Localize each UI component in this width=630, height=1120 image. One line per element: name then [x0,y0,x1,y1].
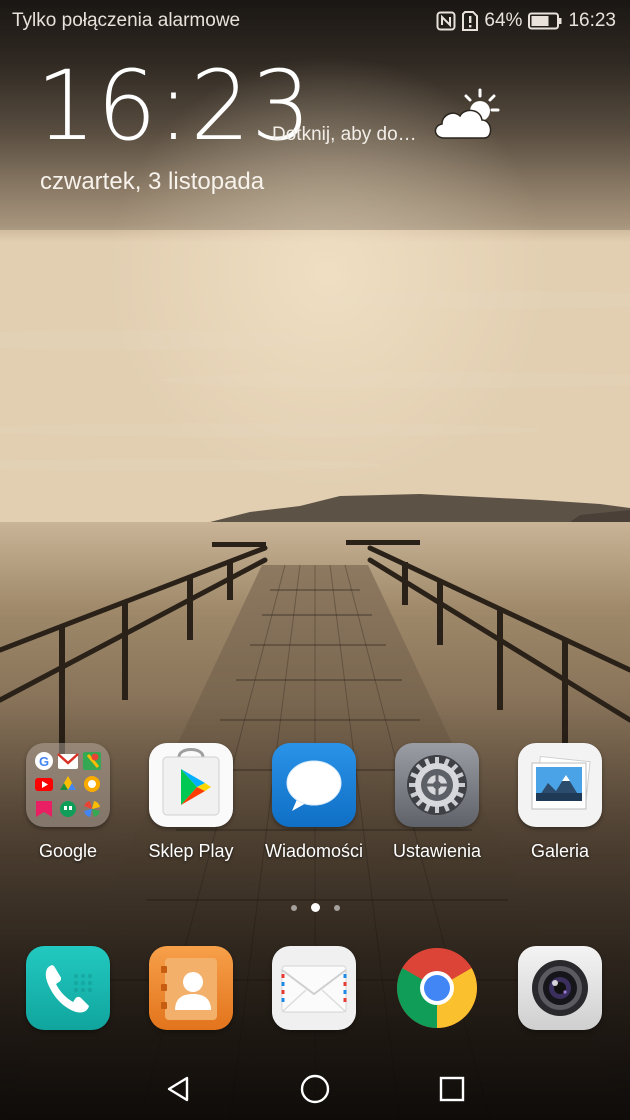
clock-widget-time[interactable]: 16:23 [36,58,312,154]
navigation-bar [0,1058,630,1120]
nfc-icon [436,11,456,31]
app-google-folder[interactable]: G Google [13,743,123,862]
carrier-text: Tylko połączenia alarmowe [12,10,241,31]
app-play-store[interactable]: Sklep Play [136,743,246,862]
google-folder-icon: G [26,743,110,827]
clock-widget-date[interactable]: czwartek, 3 listopada [40,168,264,196]
home-icon[interactable] [295,1069,335,1109]
play-store-icon [149,743,233,827]
battery-percent: 64% [484,10,523,31]
back-icon[interactable] [158,1069,198,1109]
app-label: Google [38,841,98,861]
camera-icon [518,946,602,1030]
sim-alert-icon [462,11,479,31]
app-label: Galeria [530,841,590,861]
status-bar: Tylko połączenia alarmowe 64% 16:23 [0,0,630,42]
dock-phone[interactable] [13,946,123,1030]
app-label: Sklep Play [148,841,234,861]
page-dot-active[interactable] [310,903,320,912]
battery-icon [528,12,562,30]
app-label: Ustawienia [392,841,482,861]
page-dot[interactable] [290,904,297,911]
page-dot[interactable] [333,904,340,911]
partly-cloudy-icon[interactable] [430,86,502,144]
app-messages[interactable]: Wiadomości [259,743,369,862]
phone-icon [26,946,110,1030]
settings-icon [395,743,479,827]
app-label: Wiadomości [264,841,364,861]
status-icons: 64% 16:23 [436,10,616,32]
chrome-icon [395,946,479,1030]
email-icon [272,946,356,1030]
weather-hint[interactable]: Dotknij, aby do… [272,124,417,146]
dock-contacts[interactable] [136,946,246,1030]
dock-camera[interactable] [505,946,615,1030]
dock-email[interactable] [259,946,369,1030]
app-gallery[interactable]: Galeria [505,743,615,862]
svg-text:G: G [39,754,49,769]
app-settings[interactable]: Ustawienia [382,743,492,862]
dock-chrome[interactable] [382,946,492,1030]
status-time: 16:23 [568,10,616,31]
messages-icon [272,743,356,827]
page-indicator [0,903,630,912]
gallery-icon [518,743,602,827]
contacts-icon [149,946,233,1030]
recents-icon[interactable] [432,1069,472,1109]
